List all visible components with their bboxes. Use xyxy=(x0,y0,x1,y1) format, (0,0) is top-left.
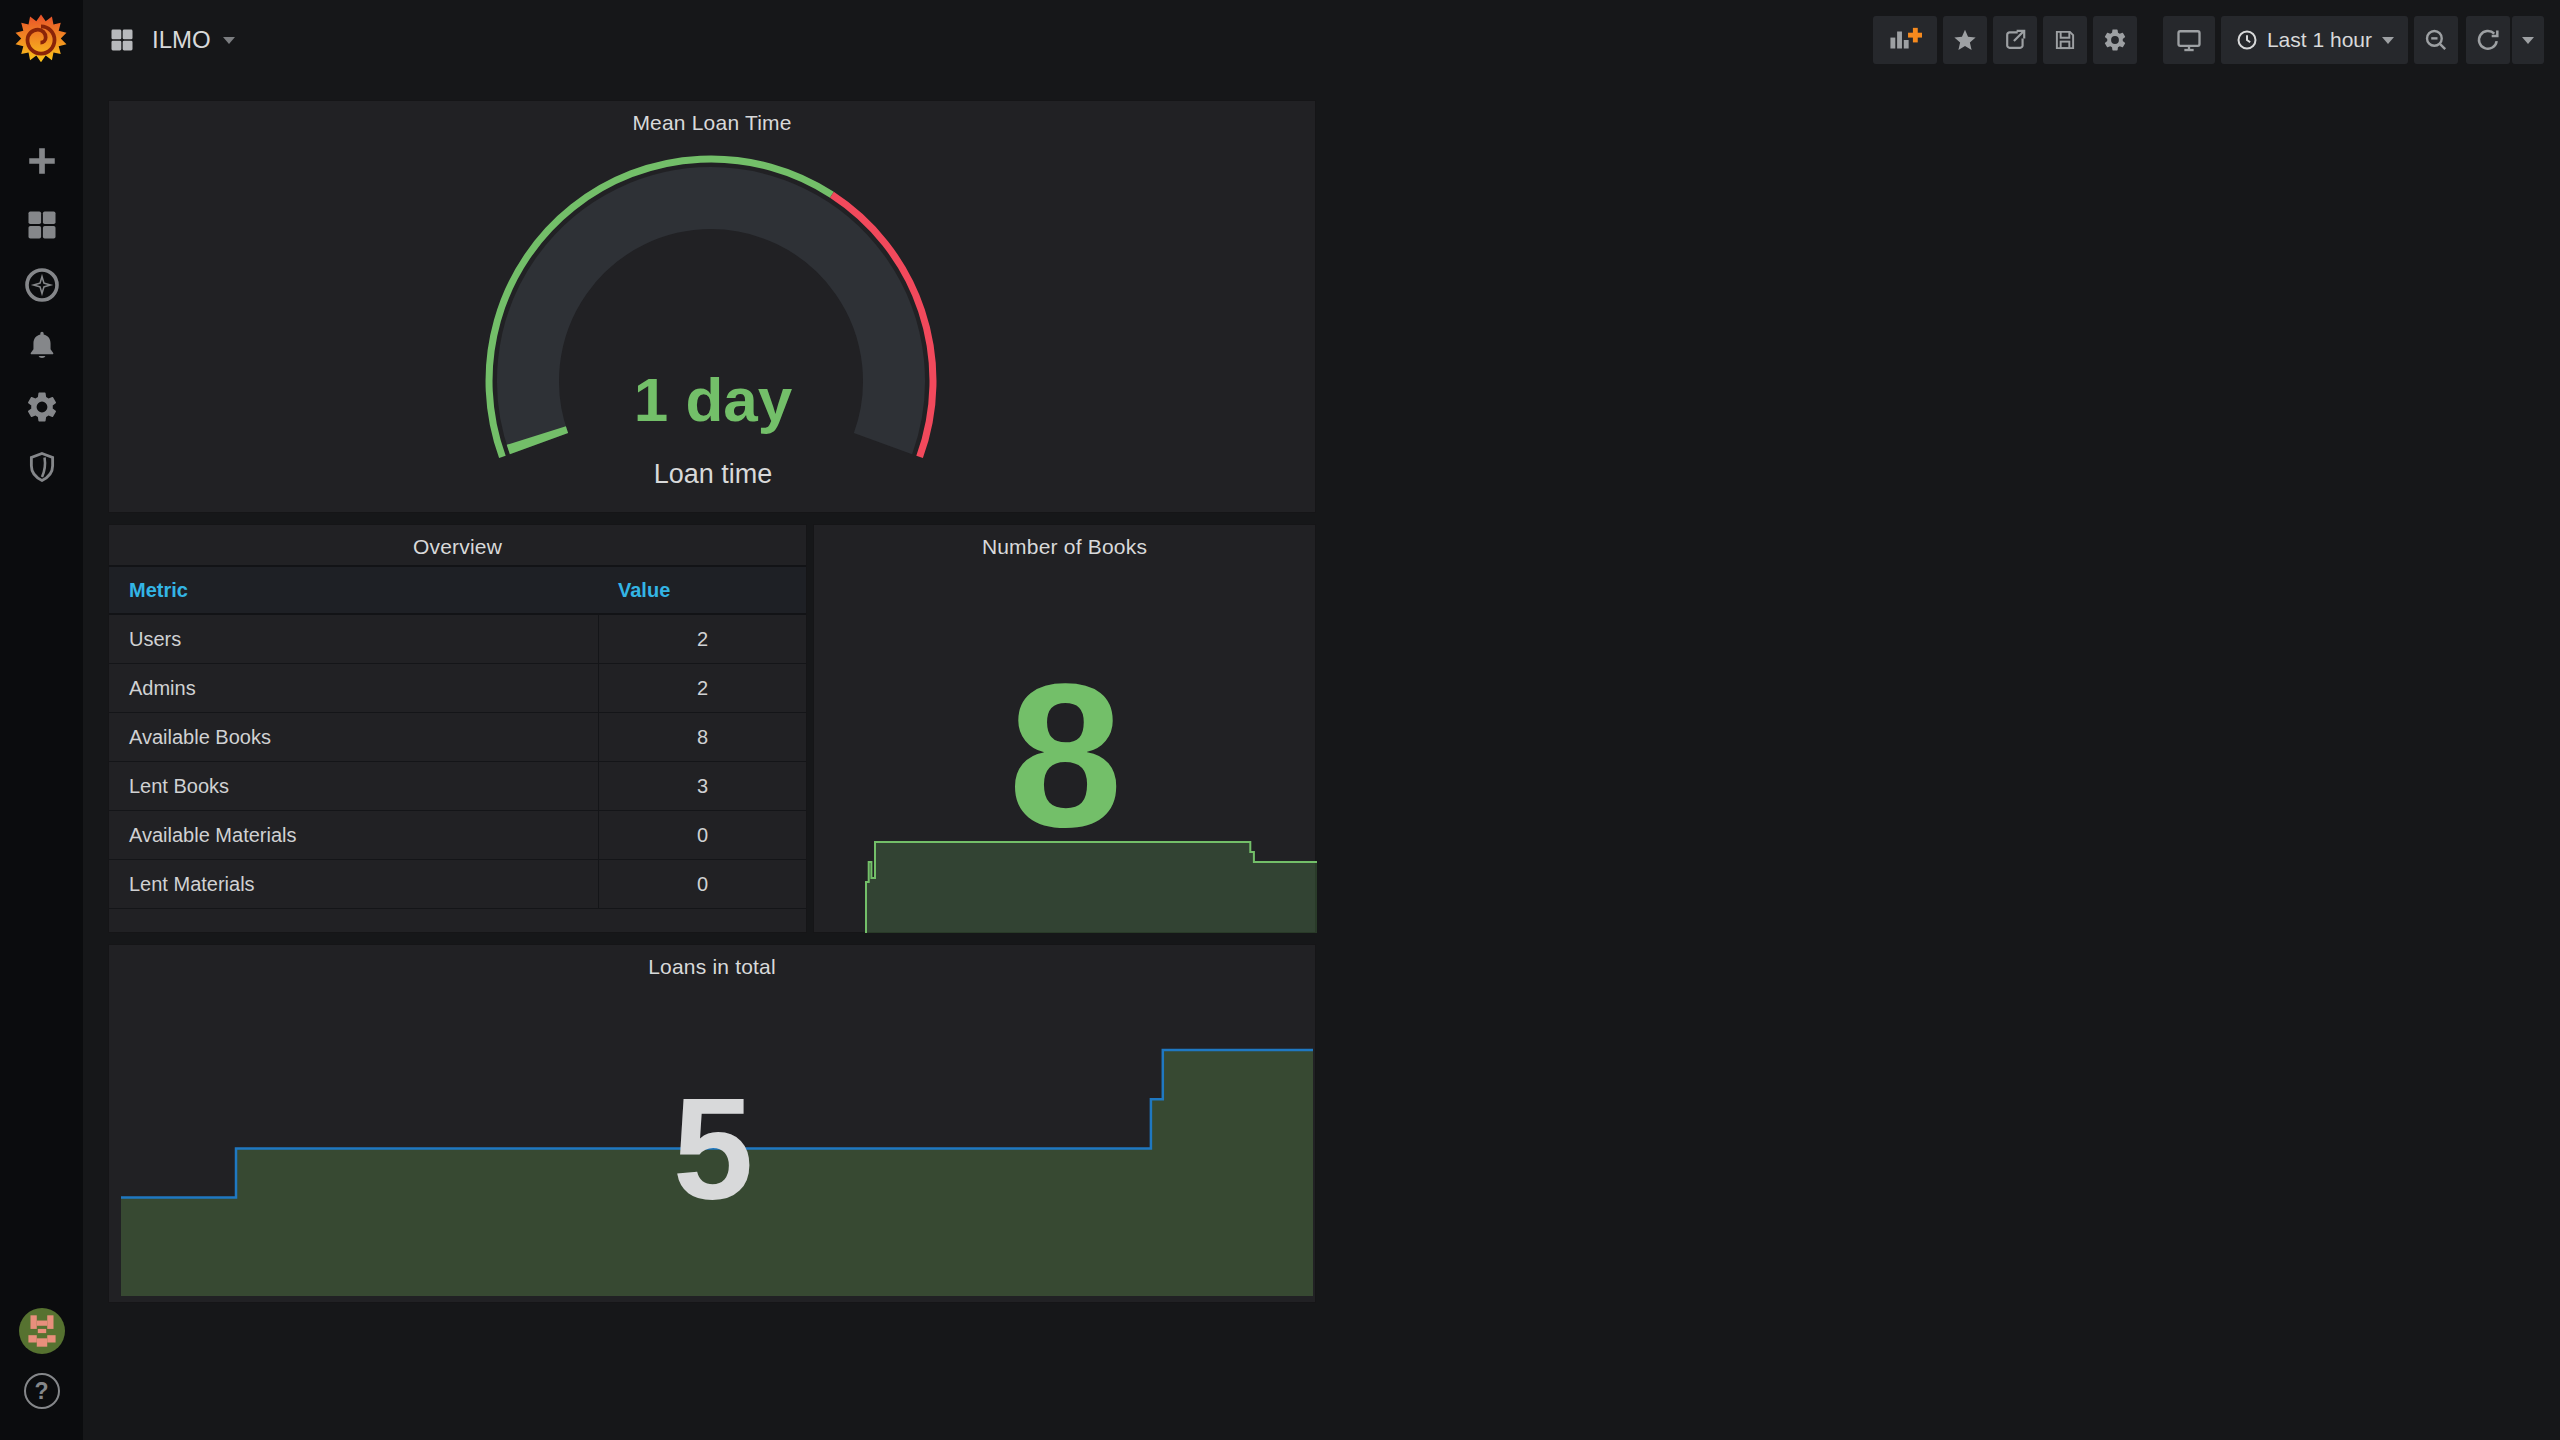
value-cell: 3 xyxy=(598,762,806,811)
time-picker[interactable]: Last 1 hour xyxy=(2221,16,2408,64)
value-cell: 2 xyxy=(598,615,806,664)
metric-cell: Available Materials xyxy=(129,811,297,859)
share-icon xyxy=(2002,27,2028,53)
sidebar-item-server-admin[interactable] xyxy=(0,437,83,497)
sparkline-chart xyxy=(814,525,1317,934)
navbar: ILMO Last 1 hour xyxy=(83,0,2560,80)
breadcrumb[interactable]: ILMO xyxy=(108,0,235,80)
sidebar-item-create[interactable] xyxy=(0,131,83,191)
value-cell: 2 xyxy=(598,664,806,713)
value-cell: 0 xyxy=(598,811,806,860)
metric-cell: Lent Books xyxy=(129,762,229,810)
save-button[interactable] xyxy=(2043,16,2087,64)
monitor-icon xyxy=(2175,26,2203,54)
dashboards-icon xyxy=(24,207,60,243)
cycle-view-button[interactable] xyxy=(2163,16,2215,64)
table-header: Metric Value xyxy=(109,565,806,615)
panel-loans-in-total[interactable]: Loans in total 5 xyxy=(108,944,1316,1303)
metric-cell: Available Books xyxy=(129,713,271,761)
shield-icon xyxy=(25,450,59,484)
panel-number-of-books[interactable]: Number of Books 8 xyxy=(813,524,1316,933)
refresh-interval-dropdown[interactable] xyxy=(2512,16,2544,64)
add-panel-icon xyxy=(1888,25,1922,55)
table-body: Users 2 Admins 2 Available Books 8 Lent Books 3… xyxy=(109,615,806,909)
refresh-icon xyxy=(2475,27,2501,53)
gauge-value: 1 day xyxy=(109,364,1317,435)
user-avatar xyxy=(19,1308,65,1354)
sidebar-item-alerting[interactable] xyxy=(0,316,83,376)
plus-icon xyxy=(25,144,59,178)
metric-cell: Lent Materials xyxy=(129,860,255,908)
sidebar-item-dashboards[interactable] xyxy=(0,195,83,255)
sidebar-item-configuration[interactable] xyxy=(0,377,83,437)
time-range-label: Last 1 hour xyxy=(2267,28,2372,52)
grafana-logo[interactable] xyxy=(15,14,67,66)
table-row: Admins 2 xyxy=(109,664,806,713)
metric-cell: Admins xyxy=(129,664,196,712)
help-icon: ? xyxy=(24,1373,60,1409)
zoom-out-icon xyxy=(2423,27,2449,53)
sidebar: ? xyxy=(0,0,83,1440)
clock-icon xyxy=(2235,28,2259,52)
column-header-value[interactable]: Value xyxy=(618,567,670,613)
dashboard-settings-button[interactable] xyxy=(2093,16,2137,64)
star-button[interactable] xyxy=(1943,16,1987,64)
sidebar-item-help[interactable]: ? xyxy=(0,1361,83,1421)
save-icon xyxy=(2052,27,2078,53)
refresh-button[interactable] xyxy=(2466,16,2510,64)
stat-value: 5 xyxy=(109,1074,1317,1224)
dashboard-grid-icon xyxy=(108,26,136,54)
gauge-chart xyxy=(109,101,1317,514)
panel-mean-loan-time[interactable]: Mean Loan Time 1 day Loan time xyxy=(108,100,1316,513)
sidebar-item-profile[interactable] xyxy=(0,1301,83,1361)
gear-icon xyxy=(24,389,60,425)
table-row: Users 2 xyxy=(109,615,806,664)
panel-overview[interactable]: Overview Metric Value Users2Admins2Avail… xyxy=(108,524,807,933)
share-button[interactable] xyxy=(1993,16,2037,64)
star-icon xyxy=(1952,27,1978,53)
compass-icon xyxy=(24,267,60,303)
chevron-down-icon xyxy=(2522,37,2534,44)
table-row: Lent Materials 0 xyxy=(109,860,806,909)
value-cell: 0 xyxy=(598,860,806,909)
chevron-down-icon xyxy=(223,37,235,44)
panel-title[interactable]: Overview xyxy=(109,535,806,559)
add-panel-button[interactable] xyxy=(1873,16,1937,64)
value-cell: 8 xyxy=(598,713,806,762)
zoom-out-button[interactable] xyxy=(2414,16,2458,64)
bell-icon xyxy=(24,328,60,364)
chevron-down-icon xyxy=(2382,37,2394,44)
column-header-metric[interactable]: Metric xyxy=(129,567,188,613)
gauge-label: Loan time xyxy=(109,459,1317,490)
table-row: Lent Books 3 xyxy=(109,762,806,811)
table-row: Available Materials 0 xyxy=(109,811,806,860)
dashboard-title: ILMO xyxy=(152,26,211,54)
table-row: Available Books 8 xyxy=(109,713,806,762)
gear-icon xyxy=(2102,27,2128,53)
sidebar-item-explore[interactable] xyxy=(0,255,83,315)
metric-cell: Users xyxy=(129,615,181,663)
